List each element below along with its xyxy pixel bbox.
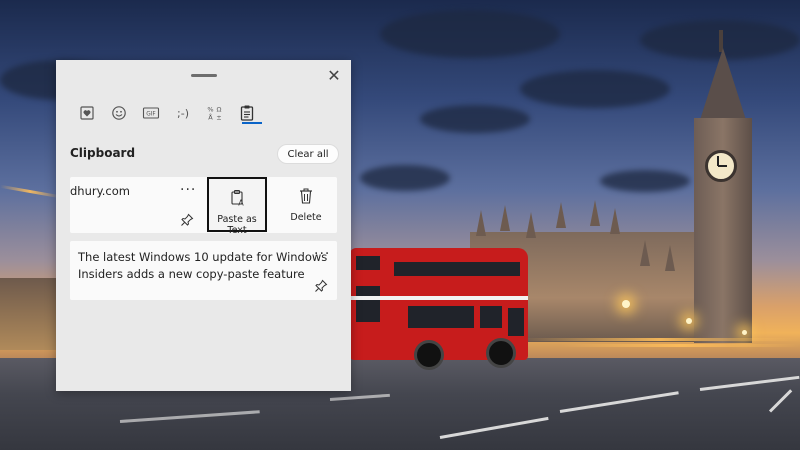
tab-emoji-favorites[interactable]	[76, 102, 98, 124]
svg-text:Ω: Ω	[217, 106, 222, 114]
clipboard-item-text: dhury.com	[70, 184, 130, 198]
svg-text:%: %	[207, 106, 213, 114]
trash-icon	[300, 188, 312, 204]
clipboard-panel: ✕ GIF ;-) % Ω Å ± Clipboard Clear all dh…	[56, 60, 351, 391]
more-options-icon[interactable]: ···	[180, 183, 196, 197]
emoji-icon	[112, 106, 126, 120]
drag-handle[interactable]	[191, 74, 217, 77]
svg-text:Å: Å	[208, 113, 213, 122]
clear-all-button[interactable]: Clear all	[277, 144, 339, 164]
gif-icon: GIF	[142, 107, 160, 119]
clipboard-title: Clipboard	[70, 146, 136, 160]
tab-emoji[interactable]	[108, 102, 130, 124]
svg-text:A: A	[238, 199, 244, 208]
svg-text:GIF: GIF	[146, 112, 156, 118]
delete-button[interactable]: Delete	[280, 177, 332, 232]
clipboard-item-text-line-1: The latest Windows 10 update for Windows	[78, 250, 328, 264]
active-tab-indicator	[242, 122, 262, 124]
clipboard-item[interactable]: dhury.com ··· A Paste as Text Delete	[70, 177, 337, 236]
tab-symbols[interactable]: % Ω Å ±	[204, 102, 226, 124]
more-options-icon[interactable]: ···	[314, 247, 330, 261]
pin-icon[interactable]	[314, 279, 328, 293]
symbols-icon: % Ω Å ±	[207, 106, 222, 122]
kaomoji-icon: ;-)	[177, 106, 189, 120]
clipboard-icon	[240, 105, 254, 121]
pin-icon[interactable]	[180, 213, 194, 227]
clipboard-item[interactable]: The latest Windows 10 update for Windows…	[70, 241, 337, 300]
paste-as-text-icon: A	[231, 190, 244, 208]
paste-as-text-button[interactable]: A Paste as Text	[207, 177, 267, 236]
tab-gif[interactable]: GIF	[140, 102, 162, 124]
tab-clipboard[interactable]	[236, 102, 258, 124]
tab-kaomoji[interactable]: ;-)	[172, 102, 194, 124]
delete-label: Delete	[290, 212, 322, 223]
paste-as-text-label: Paste as Text	[217, 214, 257, 236]
close-icon[interactable]: ✕	[324, 66, 344, 86]
emoji-favorites-icon	[80, 106, 94, 120]
svg-text:±: ±	[216, 114, 221, 122]
clipboard-item-text-line-2: Insiders adds a new copy-paste feature	[78, 267, 305, 281]
